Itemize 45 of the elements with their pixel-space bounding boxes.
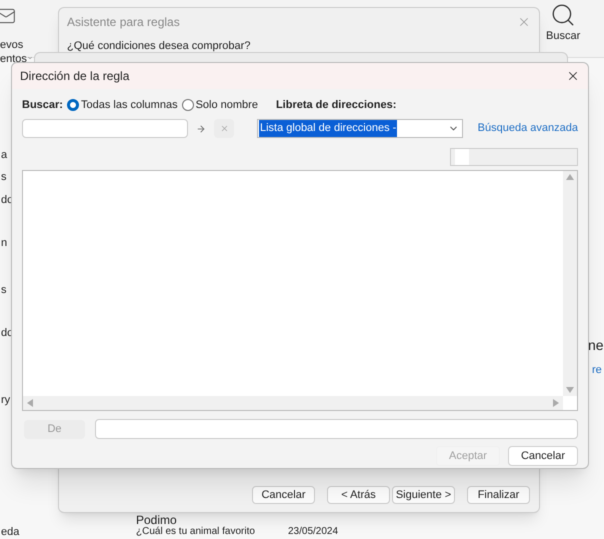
message-date: 23/05/2024 <box>288 527 338 537</box>
folder-label[interactable]: s <box>1 172 6 183</box>
search-label: Buscar: <box>22 98 63 113</box>
message-sender: Podimo <box>136 514 177 526</box>
wizard-button[interactable]: Cancelar <box>252 486 315 504</box>
wizard-question: ¿Qué condiciones desea comprobar? <box>66 40 252 53</box>
address-book-dropdown[interactable]: Lista global de direcciones - <box>256 119 463 138</box>
folder-label[interactable]: ry <box>1 395 10 406</box>
radio-option[interactable]: Solo nombre <box>182 96 258 114</box>
left-arrow-icon <box>27 399 33 407</box>
radio-option[interactable]: Todas las columnas <box>66 96 178 114</box>
radio-button[interactable] <box>182 99 194 111</box>
close-icon <box>220 124 229 133</box>
right-arrow-icon <box>553 399 559 407</box>
close-icon[interactable] <box>566 69 580 83</box>
window-title: Asistente para reglas <box>67 14 180 31</box>
ribbon-label: entos <box>0 52 27 67</box>
from-field[interactable] <box>95 419 578 439</box>
address-book-label: Libreta de direcciones: <box>276 98 396 113</box>
folder-label[interactable]: n <box>1 238 8 249</box>
radio-button[interactable] <box>66 99 79 111</box>
reading-pane-link[interactable]: re <box>592 362 602 378</box>
clear-button[interactable] <box>214 119 234 138</box>
wizard-button[interactable]: < Atrás <box>327 486 390 504</box>
dialog-button[interactable]: Cancelar <box>508 446 578 466</box>
advanced-search-link[interactable]: Búsqueda avanzada <box>478 120 578 137</box>
wizard-button[interactable]: Finalizar <box>467 486 530 504</box>
arrow-icon <box>196 124 206 134</box>
folder-label[interactable]: s <box>1 285 6 296</box>
vertical-scrollbar[interactable] <box>563 171 577 396</box>
reading-pane-text: ne <box>588 336 604 355</box>
search-field[interactable] <box>22 119 188 138</box>
folder-label[interactable]: a <box>1 150 8 161</box>
up-arrow-icon <box>566 174 574 180</box>
folder-label[interactable]: eda <box>1 527 20 538</box>
wizard-button[interactable]: Siguiente > <box>392 486 455 504</box>
window-title: Dirección de la regla <box>20 68 130 85</box>
search-button[interactable]: Buscar <box>546 2 580 44</box>
horizontal-scrollbar[interactable] <box>23 396 563 410</box>
ribbon-label: evos <box>0 38 24 53</box>
search-icon <box>550 2 576 28</box>
down-arrow-icon <box>566 387 574 393</box>
mail-icon <box>0 6 16 26</box>
chevron-icon[interactable] <box>27 55 33 61</box>
message-subject: ¿Cuál es tu animal favorito <box>136 527 255 537</box>
